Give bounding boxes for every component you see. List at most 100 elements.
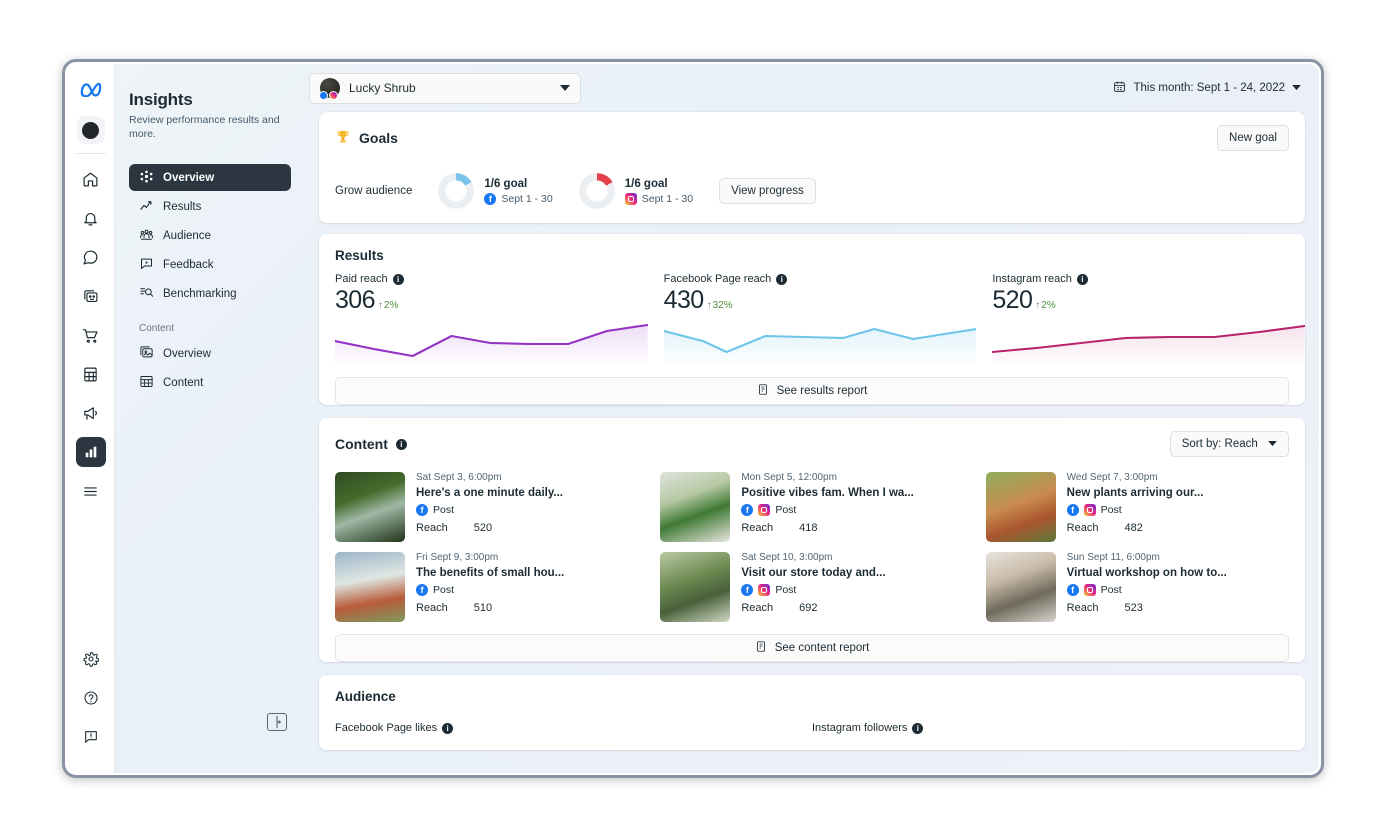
info-icon[interactable]: i <box>393 274 404 285</box>
report-icon <box>755 640 767 656</box>
sidebar-item-label: Overview <box>163 172 214 184</box>
goals-row: Grow audience 1/6 goal f Sept 1 - 30 <box>335 173 1289 209</box>
see-results-report-label: See results report <box>777 385 868 397</box>
feedback-icon[interactable] <box>76 722 106 752</box>
audience-row: Facebook Page likes i Instagram follower… <box>335 722 1289 734</box>
instagram-icon <box>1084 504 1096 516</box>
post-reach: Reach 510 <box>416 602 638 614</box>
meta-logo-icon[interactable] <box>76 74 106 104</box>
menu-icon[interactable] <box>76 476 106 506</box>
info-icon[interactable]: i <box>1077 274 1088 285</box>
see-results-report-button[interactable]: See results report <box>335 377 1289 405</box>
content-post-item[interactable]: Sun Sept 11, 6:00pm Virtual workshop on … <box>986 552 1289 622</box>
home-icon[interactable] <box>76 164 106 194</box>
facebook-icon: f <box>416 584 428 596</box>
rail-bottom-group <box>67 644 115 761</box>
cart-icon[interactable] <box>76 320 106 350</box>
insights-chart-icon[interactable] <box>76 437 106 467</box>
content-post-item[interactable]: Wed Sept 7, 3:00pm New plants arriving o… <box>986 472 1289 542</box>
instagram-icon <box>625 193 637 205</box>
gear-icon[interactable] <box>76 644 106 674</box>
bell-icon[interactable] <box>76 203 106 233</box>
post-type: Post <box>775 504 796 516</box>
content-post-item[interactable]: Mon Sept 5, 12:00pm Positive vibes fam. … <box>660 472 963 542</box>
sidebar-item-benchmarking[interactable]: Benchmarking <box>129 280 291 307</box>
info-icon[interactable]: i <box>776 274 787 285</box>
sparkline-facebook-page-reach <box>664 319 977 365</box>
facebook-icon: f <box>741 504 753 516</box>
reach-label: Reach <box>1067 522 1099 534</box>
post-thumbnail <box>986 552 1056 622</box>
feedback-icon <box>139 256 154 274</box>
goals-title-group: Goals <box>335 129 398 148</box>
post-type: Post <box>433 584 454 596</box>
sparkline-paid-reach <box>335 319 648 365</box>
metrics-row: Paid reach i 306 ↑ 2% <box>319 273 1305 365</box>
sidebar-item-content[interactable]: Content <box>129 369 291 396</box>
page-selector-dropdown[interactable]: Lucky Shrub <box>309 73 581 104</box>
report-icon <box>757 383 769 399</box>
post-title: New plants arriving our... <box>1067 487 1289 499</box>
content-post-item[interactable]: Sat Sept 3, 6:00pm Here's a one minute d… <box>335 472 638 542</box>
sidebar-item-label: Overview <box>163 348 211 360</box>
reach-label: Reach <box>416 602 448 614</box>
date-range-label: This month: Sept 1 - 24, 2022 <box>1133 82 1285 94</box>
reach-value: 418 <box>799 522 817 534</box>
facebook-icon: f <box>416 504 428 516</box>
calculator-icon[interactable] <box>76 359 106 389</box>
metric-facebook-page-reach[interactable]: Facebook Page reach i 430 ↑ 32% <box>648 273 977 365</box>
post-title: Virtual workshop on how to... <box>1067 567 1289 579</box>
facebook-badge-icon <box>319 91 328 100</box>
help-icon[interactable] <box>76 683 106 713</box>
audience-metric-label: Facebook Page likes <box>335 722 437 734</box>
audience-metric-instagram-followers[interactable]: Instagram followers i <box>812 722 1289 734</box>
sidebar-item-content-overview[interactable]: Overview <box>129 340 291 367</box>
ads-icon[interactable] <box>76 281 106 311</box>
post-reach: Reach 523 <box>1067 602 1289 614</box>
sidebar-item-label: Audience <box>163 230 211 242</box>
facebook-icon: f <box>741 584 753 596</box>
metric-paid-reach[interactable]: Paid reach i 306 ↑ 2% <box>319 273 648 365</box>
sidebar-item-label: Results <box>163 201 201 213</box>
calendar-icon <box>1113 80 1126 96</box>
scroll-area[interactable]: Goals New goal Grow audience 1/6 goal f … <box>305 112 1319 773</box>
sort-by-label: Sort by: Reach <box>1182 438 1258 450</box>
post-meta: f Post <box>1067 504 1289 516</box>
post-date: Sat Sept 10, 3:00pm <box>741 552 963 563</box>
instagram-icon <box>758 584 770 596</box>
sidebar-item-results[interactable]: Results <box>129 193 291 220</box>
content-post-item[interactable]: Sat Sept 10, 3:00pm Visit our store toda… <box>660 552 963 622</box>
sidebar-item-label: Feedback <box>163 259 214 271</box>
info-icon[interactable]: i <box>442 723 453 734</box>
metric-label: Facebook Page reach <box>664 273 772 285</box>
post-type: Post <box>1101 584 1122 596</box>
overview-icon <box>139 169 154 187</box>
account-avatar-icon[interactable] <box>77 116 105 144</box>
content-header: Content i Sort by: Reach <box>335 431 1289 457</box>
metric-instagram-reach[interactable]: Instagram reach i 520 ↑ 2% <box>976 273 1305 365</box>
sidebar-item-audience[interactable]: Audience <box>129 222 291 249</box>
chat-icon[interactable] <box>76 242 106 272</box>
reach-label: Reach <box>416 522 448 534</box>
date-range-picker[interactable]: This month: Sept 1 - 24, 2022 <box>1109 75 1305 101</box>
sidebar-item-feedback[interactable]: Feedback <box>129 251 291 278</box>
content-post-item[interactable]: Fri Sept 9, 3:00pm The benefits of small… <box>335 552 638 622</box>
see-content-report-button[interactable]: See content report <box>335 634 1289 662</box>
collapse-panel-icon[interactable] <box>267 713 287 731</box>
audience-metric-facebook-page-likes[interactable]: Facebook Page likes i <box>335 722 812 734</box>
page-title: Insights <box>129 90 291 110</box>
benchmarking-icon <box>139 285 154 303</box>
megaphone-icon[interactable] <box>76 398 106 428</box>
metric-value-row: 306 ↑ 2% <box>335 286 648 315</box>
view-progress-button[interactable]: View progress <box>719 178 816 204</box>
post-meta: f Post <box>741 584 963 596</box>
chevron-down-icon <box>560 79 570 97</box>
info-icon[interactable]: i <box>396 439 407 450</box>
post-title: Positive vibes fam. When I wa... <box>741 487 963 499</box>
sidebar-item-overview[interactable]: Overview <box>129 164 291 191</box>
info-icon[interactable]: i <box>912 723 923 734</box>
goals-card: Goals New goal Grow audience 1/6 goal f … <box>319 112 1305 223</box>
new-goal-button[interactable]: New goal <box>1217 125 1289 151</box>
sort-by-dropdown[interactable]: Sort by: Reach <box>1170 431 1289 457</box>
metric-value: 520 <box>992 286 1032 315</box>
